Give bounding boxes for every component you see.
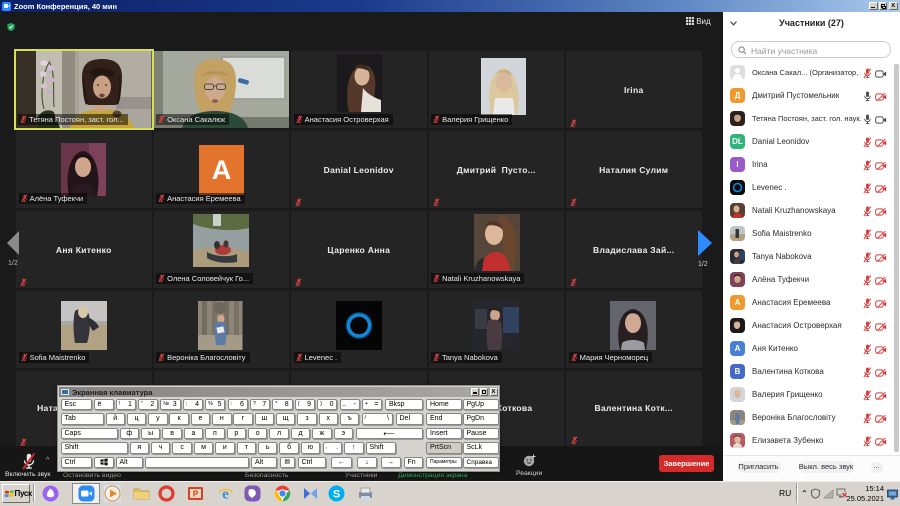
svg-text:P: P: [193, 490, 199, 499]
svg-text:S: S: [333, 489, 340, 501]
